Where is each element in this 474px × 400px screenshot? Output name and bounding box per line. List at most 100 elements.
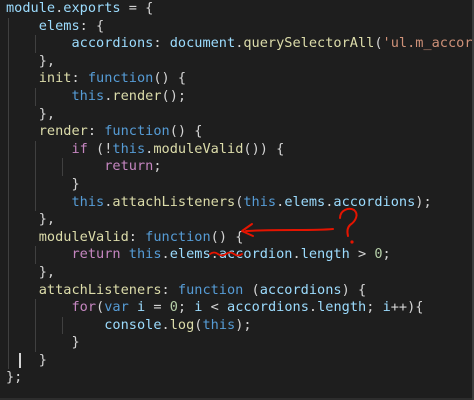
code-token: (); — [161, 87, 187, 104]
indent-guide — [35, 193, 37, 212]
indent-guide — [35, 334, 37, 352]
code-token: ; — [177, 299, 195, 316]
indent-guide — [35, 175, 37, 194]
code-token: }, — [38, 263, 56, 280]
code-token: querySelectorAll — [243, 35, 375, 52]
indent-guide — [8, 351, 9, 370]
code-token: ; — [382, 246, 391, 263]
code-token: function — [145, 228, 211, 245]
code-line: moduleValid: function() { — [6, 228, 472, 247]
code-line: return; — [6, 158, 472, 176]
code-line: if (!this.moduleValid()) { — [6, 140, 472, 159]
code-token: console — [104, 316, 162, 333]
code-line: } — [6, 334, 472, 352]
indent-guide — [8, 246, 9, 264]
code-token: () { — [210, 228, 244, 245]
code-token: length — [317, 299, 367, 316]
indent-guide — [35, 35, 37, 53]
code-token: = — [145, 299, 170, 316]
indent-guide — [8, 263, 9, 282]
code-token: moduleValid — [38, 228, 129, 245]
code-line: attachListeners: function (accordions) { — [6, 281, 472, 300]
code-token: (! — [87, 140, 113, 157]
code-token: return — [71, 246, 121, 263]
code-token: } — [71, 175, 80, 192]
code-editor[interactable]: module.exports = { elems: { accordions: … — [6, 0, 473, 387]
code-token: this — [71, 87, 105, 104]
code-token: elems — [284, 193, 326, 210]
code-token: i — [382, 299, 391, 316]
code-editor-window: module.exports = { elems: { accordions: … — [0, 0, 474, 400]
code-token: . — [210, 246, 219, 263]
code-token: i — [136, 299, 146, 316]
indent-guide — [8, 105, 9, 124]
indent-guide — [8, 140, 9, 159]
indent-guide — [8, 17, 9, 36]
code-token: ( — [96, 299, 105, 316]
code-token: ( — [374, 35, 383, 52]
text-cursor — [19, 353, 21, 368]
code-line: }, — [6, 105, 472, 124]
code-token: < — [202, 299, 228, 316]
code-token: } — [71, 334, 80, 351]
code-line: render: function() { — [6, 123, 472, 141]
indent-guide — [8, 175, 9, 194]
code-token: function — [177, 281, 244, 298]
code-token: : — [128, 228, 146, 245]
code-line: }, — [6, 211, 472, 229]
code-token: . — [308, 299, 318, 316]
indent-guide — [8, 52, 9, 71]
code-token: > — [349, 246, 375, 263]
code-token: }; — [6, 369, 23, 386]
code-token: . — [161, 246, 170, 263]
code-token: length — [300, 246, 350, 263]
code-token: log — [169, 316, 195, 333]
code-token: accordions — [71, 35, 154, 52]
indent-guide — [8, 334, 9, 352]
code-token: ; — [366, 299, 383, 316]
code-token: var — [104, 299, 129, 316]
code-token: 'ul.m_accordion' — [382, 35, 473, 52]
code-token: ); — [235, 316, 252, 333]
code-token: function — [87, 70, 154, 87]
code-token: : — [161, 281, 178, 298]
code-token: this — [243, 193, 277, 210]
code-token: elems — [38, 17, 80, 34]
code-line: console.log(this); — [6, 316, 472, 335]
code-token: } — [38, 351, 47, 368]
indent-guide — [8, 158, 9, 176]
code-token: ()) { — [243, 140, 285, 157]
indent-guide — [35, 246, 37, 264]
code-token: document — [169, 35, 236, 52]
code-line: } — [6, 175, 472, 194]
code-line: } — [6, 351, 472, 370]
indent-guide — [8, 299, 9, 317]
code-token: 0 — [169, 299, 178, 316]
code-token: ( — [243, 281, 260, 298]
indent-guide — [35, 87, 37, 106]
indent-guide — [35, 158, 37, 176]
code-token: ++){ — [390, 299, 424, 316]
code-token: () { — [169, 123, 203, 140]
code-token: = { — [120, 0, 154, 16]
code-token: ; — [153, 158, 162, 175]
code-token: attachListeners — [112, 193, 236, 210]
code-token: this — [202, 316, 236, 333]
code-line: this.render(); — [6, 87, 472, 106]
code-token: . — [161, 316, 170, 333]
code-token: : — [153, 35, 170, 52]
indent-guide — [8, 316, 9, 335]
indent-guide — [8, 211, 9, 229]
code-token: : — [87, 123, 105, 140]
indent-guide — [62, 158, 64, 176]
code-token: if — [71, 140, 88, 157]
code-line: module.exports = { — [6, 0, 472, 18]
code-token: elems — [169, 246, 211, 263]
code-line: }, — [6, 52, 472, 71]
indent-guide — [8, 87, 9, 106]
code-token: accordions — [259, 281, 342, 298]
code-token: exports — [63, 0, 121, 16]
code-token: render — [38, 123, 88, 140]
